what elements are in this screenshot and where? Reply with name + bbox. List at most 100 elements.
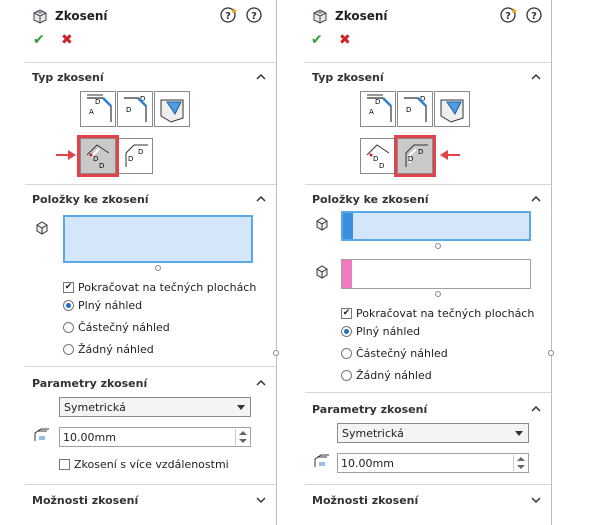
chamfer-panel-right: Zkosení ? ? ✔ ✖ Typ zkosení DA DD DD DD … [305,0,552,525]
edge-selection-icon [36,221,48,235]
highlight-box [77,135,119,177]
chevron-up-icon[interactable] [531,73,541,81]
cancel-button[interactable]: ✖ [339,32,351,48]
section-options: Možnosti zkosení [305,484,551,525]
svg-text:D: D [95,98,100,106]
help-icon[interactable]: ? [245,6,263,24]
angle-distance-icon: DA [367,94,392,122]
distance-distance-icon: DD [124,95,147,122]
vertex-chamfer-icon [440,99,464,123]
panel-title: Zkosení [55,9,108,23]
full-preview-radio[interactable]: Plný náhled [63,299,142,312]
no-preview-radio[interactable]: Žádný náhled [63,343,154,356]
partial-preview-radio[interactable]: Částečný náhled [63,321,170,334]
resize-handle[interactable] [435,243,441,249]
no-preview-radio[interactable]: Žádný náhled [341,369,432,382]
offset-face-button[interactable]: DD [360,138,396,174]
angle-distance-icon: DA [87,94,112,122]
section-chamfer-type: Typ zkosení DA DD DD DD [25,62,276,184]
ok-button[interactable]: ✔ [33,32,45,48]
section-options: Možnosti zkosení [25,484,276,525]
panel-splitter-handle[interactable] [548,350,554,356]
distance-icon [34,428,49,441]
face-set-2-icon [316,265,328,279]
vertex-chamfer-icon [160,99,184,123]
distance-icon [314,454,329,467]
tangent-propagation-checkbox[interactable]: ✔ Pokračovat na tečných plochách [341,307,534,320]
panel-splitter-handle[interactable] [273,350,279,356]
svg-text:D: D [406,106,411,114]
partial-preview-radio[interactable]: Částečný náhled [341,347,448,360]
distance-input[interactable]: 10.00mm [337,453,529,473]
highlight-box [394,135,436,177]
chamfer-mode-select[interactable]: Symetrická [59,397,251,417]
section-title[interactable]: Položky ke zkosení [312,193,429,206]
chevron-down-icon[interactable] [531,496,541,504]
distance-distance-button[interactable]: DD [397,91,433,127]
angle-distance-button[interactable]: DA [80,91,116,127]
chevron-down-icon[interactable] [256,496,266,504]
section-chamfer-type: Typ zkosení DA DD DD DD [305,62,551,184]
chamfer-feature-icon [313,9,327,24]
svg-text:D: D [138,148,143,156]
face-face-icon: DD [125,144,148,167]
svg-text:D: D [128,155,133,163]
face-set-1-list[interactable] [341,211,531,241]
chevron-up-icon[interactable] [256,379,266,387]
cancel-button[interactable]: ✖ [61,32,73,48]
svg-text:D: D [375,98,380,106]
svg-text:D: D [379,162,384,170]
chevron-up-icon[interactable] [531,195,541,203]
section-parameters: Parametry zkosení Symetrická 10.00mm [305,392,551,484]
full-preview-radio[interactable]: Plný náhled [341,325,420,338]
section-parameters: Parametry zkosení Symetrická 10.00mm Zko… [25,366,276,484]
section-title[interactable]: Typ zkosení [312,71,384,84]
multi-distance-checkbox[interactable]: Zkosení s více vzdálenostmi [59,458,229,471]
edges-selection-list[interactable] [63,215,253,263]
chamfer-feature-icon [33,9,47,24]
distance-distance-icon: DD [404,95,427,122]
whats-new-icon[interactable]: ? [500,6,518,24]
svg-text:D: D [126,106,131,114]
panel-header: Zkosení [31,6,108,26]
vertex-button[interactable] [154,91,190,127]
chamfer-mode-select[interactable]: Symetrická [337,423,529,443]
chevron-up-icon[interactable] [531,405,541,413]
angle-distance-button[interactable]: DA [360,91,396,127]
distance-distance-button[interactable]: DD [117,91,153,127]
chevron-up-icon[interactable] [256,73,266,81]
section-items: Položky ke zkosení ✔ Pokračovat na tečnýc… [25,184,276,366]
chevron-up-icon[interactable] [256,195,266,203]
section-title[interactable]: Položky ke zkosení [32,193,149,206]
help-icon[interactable]: ? [525,6,543,24]
section-title[interactable]: Možnosti zkosení [312,494,418,507]
face-set-2-color [342,260,352,288]
offset-face-icon: DD [366,144,390,170]
arrow-left-icon [440,150,460,160]
svg-text:?: ? [531,11,537,22]
whats-new-icon[interactable]: ? [220,6,238,24]
tangent-propagation-checkbox[interactable]: ✔ Pokračovat na tečných plochách [63,281,256,294]
section-title[interactable]: Možnosti zkosení [32,494,138,507]
ok-button[interactable]: ✔ [311,32,323,48]
svg-text:A: A [369,108,374,116]
section-items: Položky ke zkosení ✔ Pokračovat na tečnýc… [305,184,551,392]
svg-text:D: D [373,155,378,163]
svg-text:?: ? [251,11,257,22]
resize-handle[interactable] [155,265,161,271]
face-set-1-icon [316,217,328,231]
arrow-right-icon [56,150,76,160]
face-set-2-list[interactable] [341,259,531,289]
resize-handle[interactable] [435,291,441,297]
svg-text:?: ? [225,11,231,22]
distance-input[interactable]: 10.00mm [59,427,251,447]
section-title[interactable]: Parametry zkosení [32,377,147,390]
panel-title: Zkosení [335,9,388,23]
section-title[interactable]: Typ zkosení [32,71,104,84]
svg-text:?: ? [505,11,511,22]
vertex-button[interactable] [434,91,470,127]
panel-header: Zkosení [311,6,388,26]
section-title[interactable]: Parametry zkosení [312,403,427,416]
face-set-1-color [343,213,353,239]
face-face-button[interactable]: DD [117,138,153,174]
